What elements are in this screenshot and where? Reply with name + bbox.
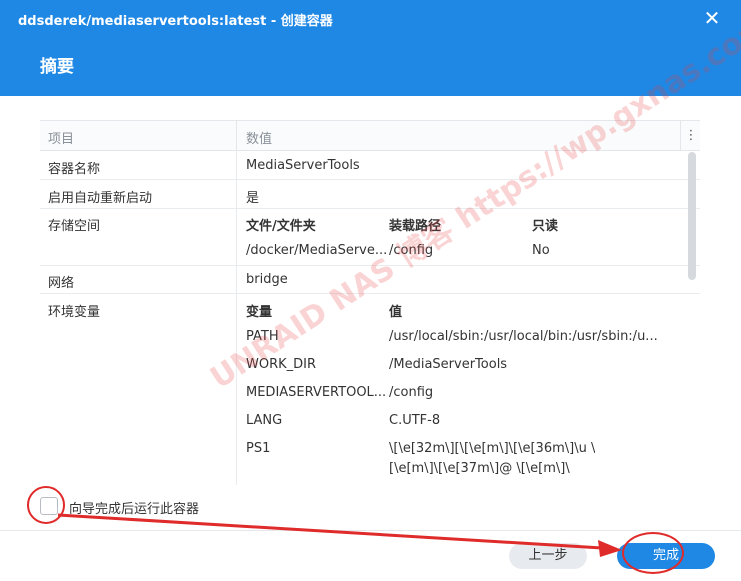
annotation-arrow xyxy=(57,513,622,557)
